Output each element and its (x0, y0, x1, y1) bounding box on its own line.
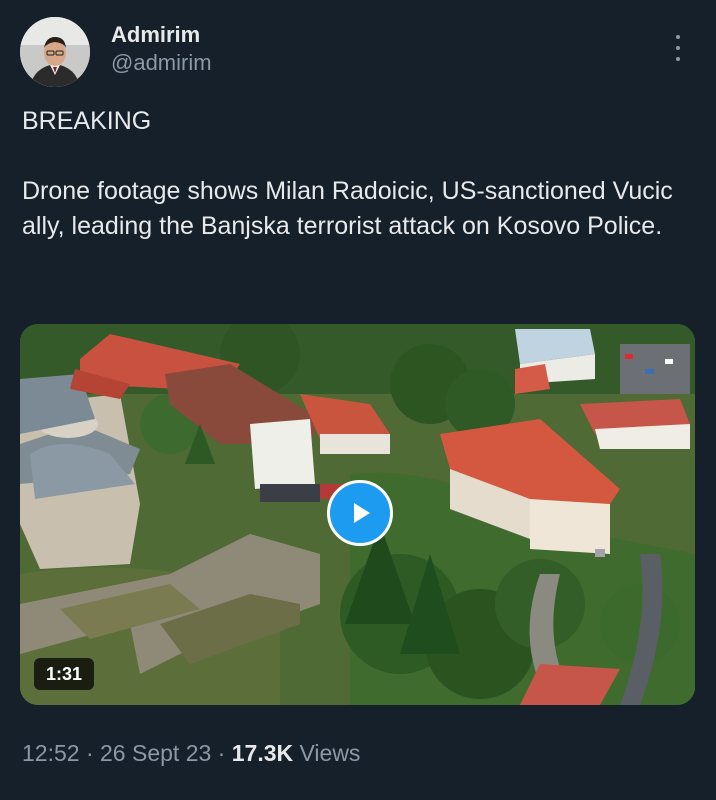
tweet-meta: 12:52 · 26 Sept 23 · 17.3K Views (22, 737, 360, 769)
tweet-time[interactable]: 12:52 (22, 740, 80, 766)
tweet-text: BREAKING Drone footage shows Milan Radoi… (22, 104, 692, 244)
views-count[interactable]: 17.3K (232, 740, 293, 766)
tweet-header: Admirim @admirim (20, 17, 696, 87)
tweet-line-breaking: BREAKING (22, 107, 152, 135)
profile-photo-icon (20, 17, 90, 87)
author-names[interactable]: Admirim @admirim (111, 21, 212, 77)
more-vertical-icon[interactable] (668, 35, 688, 61)
meta-separator: · (85, 740, 94, 766)
handle[interactable]: @admirim (111, 49, 212, 77)
video-player[interactable]: 1:31 (20, 324, 695, 705)
play-triangle (354, 503, 370, 523)
tweet-date[interactable]: 26 Sept 23 (100, 740, 211, 766)
video-duration: 1:31 (34, 658, 95, 690)
display-name[interactable]: Admirim (111, 21, 212, 49)
tweet-line-body: Drone footage shows Milan Radoicic, US-s… (22, 177, 673, 240)
avatar[interactable] (20, 17, 90, 87)
meta-separator: · (217, 740, 226, 766)
play-icon[interactable] (327, 480, 393, 546)
views-label[interactable]: Views (300, 740, 361, 766)
